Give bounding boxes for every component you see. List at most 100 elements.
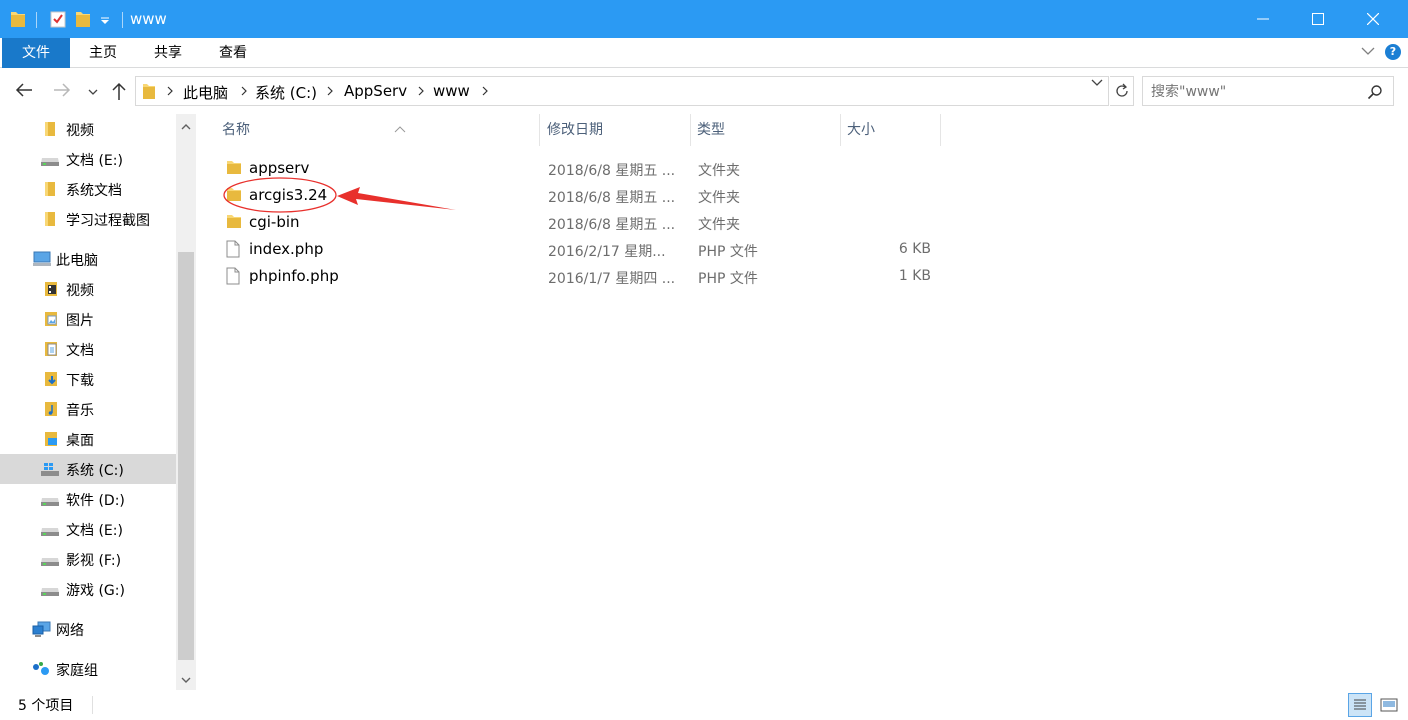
close-icon xyxy=(1367,13,1379,25)
music-folder-icon xyxy=(44,401,58,421)
title-separator xyxy=(122,12,123,28)
nav-item-system-docs[interactable]: 系统文档 xyxy=(0,174,176,204)
nav-item-desktop[interactable]: 桌面 xyxy=(0,424,176,454)
address-bar[interactable]: 此电脑 系统 (C:) AppServ www xyxy=(135,76,1109,106)
documents-folder-icon xyxy=(44,341,58,361)
maximize-button[interactable] xyxy=(1291,0,1345,38)
folder-icon xyxy=(226,186,242,206)
window-title: www xyxy=(130,10,167,28)
folder-icon xyxy=(226,213,242,233)
search-icon[interactable] xyxy=(1367,84,1383,104)
properties-icon[interactable] xyxy=(50,10,66,32)
up-icon[interactable] xyxy=(110,81,128,105)
file-size: 6 KB xyxy=(898,241,931,257)
drive-icon xyxy=(40,525,60,541)
status-bar: 5 个项目 xyxy=(0,690,1408,720)
file-row[interactable]: arcgis3.24 2018/6/8 星期五 ... 文件夹 xyxy=(218,182,940,209)
breadcrumb-appserv[interactable]: AppServ xyxy=(344,82,407,100)
minimize-button[interactable] xyxy=(1236,0,1290,38)
pictures-folder-icon xyxy=(44,311,58,331)
tab-share[interactable]: 共享 xyxy=(136,38,200,68)
nav-item-this-pc[interactable]: 此电脑 xyxy=(0,244,176,274)
nav-item-movies-f[interactable]: 影视 (F:) xyxy=(0,544,176,574)
breadcrumb-system-c[interactable]: 系统 (C:) xyxy=(255,82,317,103)
column-header-type[interactable]: 类型 xyxy=(691,114,841,146)
nav-item-games-g[interactable]: 游戏 (G:) xyxy=(0,574,176,604)
customize-quick-access-icon[interactable] xyxy=(100,14,110,30)
file-list: 名称 修改日期 类型 大小 appserv 2018/6/8 星期五 ... 文… xyxy=(196,114,1408,690)
nav-item-study-screenshots[interactable]: 学习过程截图 xyxy=(0,204,176,234)
file-icon xyxy=(226,240,240,262)
nav-scrollbar-thumb[interactable] xyxy=(178,252,194,660)
breadcrumb-chevron-icon[interactable] xyxy=(326,85,334,101)
nav-item-music[interactable]: 音乐 xyxy=(0,394,176,424)
network-icon xyxy=(32,621,52,641)
folder-icon xyxy=(44,121,56,141)
file-type: 文件夹 xyxy=(698,190,740,206)
nav-scrollbar[interactable] xyxy=(176,114,196,690)
breadcrumb-this-pc[interactable]: 此电脑 xyxy=(183,82,228,103)
nav-item-docs-e-quick[interactable]: 文档 (E:) xyxy=(0,144,176,174)
address-history-chevron-icon[interactable] xyxy=(1090,77,1104,93)
search-input[interactable] xyxy=(1151,82,1361,102)
nav-item-downloads[interactable]: 下载 xyxy=(0,364,176,394)
drive-icon xyxy=(40,585,60,601)
status-divider xyxy=(92,696,93,714)
nav-item-docs-e[interactable]: 文档 (E:) xyxy=(0,514,176,544)
column-header-date[interactable]: 修改日期 xyxy=(541,114,691,146)
file-row[interactable]: index.php 2016/2/17 星期... PHP 文件 6 KB xyxy=(218,236,940,263)
tab-file[interactable]: 文件 xyxy=(2,38,70,68)
details-view-button[interactable] xyxy=(1348,693,1372,717)
file-type: PHP 文件 xyxy=(698,271,758,287)
refresh-icon xyxy=(1115,83,1128,97)
nav-item-system-c[interactable]: 系统 (C:) xyxy=(0,454,176,484)
file-row[interactable]: cgi-bin 2018/6/8 星期五 ... 文件夹 xyxy=(218,209,940,236)
forward-icon[interactable] xyxy=(52,81,72,103)
search-box[interactable] xyxy=(1142,76,1394,106)
drive-icon xyxy=(40,155,60,171)
breadcrumb-chevron-icon[interactable] xyxy=(240,85,248,101)
column-header-name[interactable]: 名称 xyxy=(216,114,540,146)
large-icons-view-button[interactable] xyxy=(1377,693,1401,717)
file-icon xyxy=(226,267,240,289)
nav-item-documents[interactable]: 文档 xyxy=(0,334,176,364)
file-row[interactable]: phpinfo.php 2016/1/7 星期四 ... PHP 文件 1 KB xyxy=(218,263,940,290)
file-row[interactable]: appserv 2018/6/8 星期五 ... 文件夹 xyxy=(218,155,940,182)
new-folder-icon[interactable] xyxy=(75,10,91,32)
file-type: 文件夹 xyxy=(698,217,740,233)
recent-locations-chevron-icon[interactable] xyxy=(87,85,99,101)
breadcrumb-chevron-icon[interactable] xyxy=(481,85,489,101)
scroll-down-icon[interactable] xyxy=(181,672,191,688)
nav-item-videos-quick[interactable]: 视频 xyxy=(0,114,176,144)
navigation-pane: 视频 文档 (E:) 系统文档 学习过程截图 此电脑 视频 图片 文档 下载 音… xyxy=(0,114,196,690)
tab-view[interactable]: 查看 xyxy=(200,38,266,68)
file-date: 2016/2/17 星期... xyxy=(548,244,666,260)
tab-home[interactable]: 主页 xyxy=(70,38,136,68)
downloads-folder-icon xyxy=(44,371,58,391)
breadcrumb-chevron-icon[interactable] xyxy=(417,85,425,101)
file-size: 1 KB xyxy=(898,268,931,284)
breadcrumb-www[interactable]: www xyxy=(433,82,470,100)
file-name: cgi-bin xyxy=(249,213,300,231)
details-view-icon xyxy=(1354,699,1366,710)
nav-item-network[interactable]: 网络 xyxy=(0,614,176,644)
nav-item-software-d[interactable]: 软件 (D:) xyxy=(0,484,176,514)
expand-ribbon-icon[interactable] xyxy=(1360,44,1376,62)
homegroup-icon xyxy=(32,661,52,681)
nav-item-homegroup[interactable]: 家庭组 xyxy=(0,654,176,684)
file-name: appserv xyxy=(249,159,310,177)
file-type: 文件夹 xyxy=(698,163,740,179)
breadcrumb-chevron-icon[interactable] xyxy=(166,85,174,101)
help-icon[interactable]: ? xyxy=(1385,44,1401,60)
file-type: PHP 文件 xyxy=(698,244,758,260)
title-bar: www xyxy=(0,0,1408,38)
address-row: 此电脑 系统 (C:) AppServ www xyxy=(0,68,1408,114)
nav-item-pictures[interactable]: 图片 xyxy=(0,304,176,334)
close-button[interactable] xyxy=(1346,0,1400,38)
back-icon[interactable] xyxy=(14,81,34,103)
nav-item-videos[interactable]: 视频 xyxy=(0,274,176,304)
refresh-button[interactable] xyxy=(1110,76,1134,106)
column-header-size[interactable]: 大小 xyxy=(841,114,941,146)
scroll-up-icon[interactable] xyxy=(181,119,191,135)
file-name: phpinfo.php xyxy=(249,267,339,285)
